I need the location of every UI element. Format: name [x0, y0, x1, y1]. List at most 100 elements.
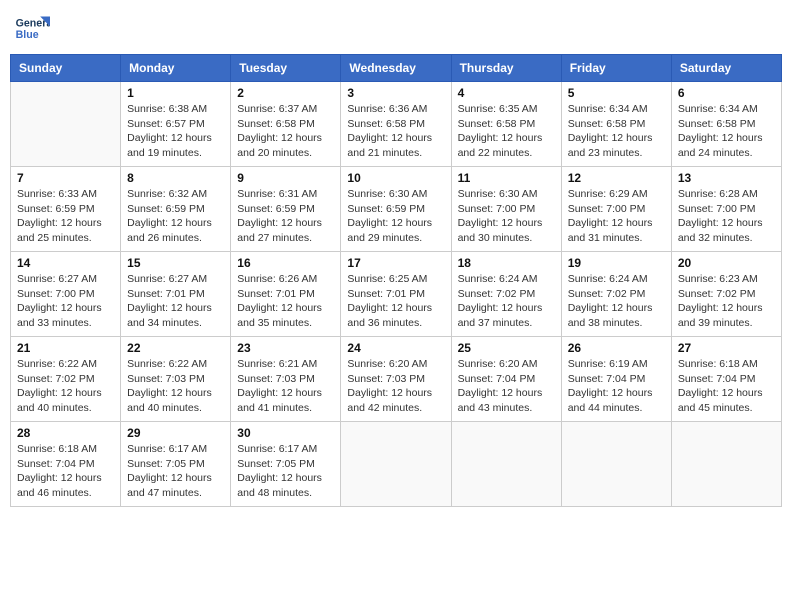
calendar-cell: 29Sunrise: 6:17 AM Sunset: 7:05 PM Dayli… — [121, 422, 231, 507]
day-info: Sunrise: 6:34 AM Sunset: 6:58 PM Dayligh… — [568, 102, 665, 161]
day-info: Sunrise: 6:24 AM Sunset: 7:02 PM Dayligh… — [458, 272, 555, 331]
day-number: 23 — [237, 341, 334, 355]
day-info: Sunrise: 6:32 AM Sunset: 6:59 PM Dayligh… — [127, 187, 224, 246]
calendar-cell: 2 Sunrise: 6:37 AM Sunset: 6:58 PM Daylig… — [231, 82, 341, 167]
day-info: Sunrise: 6:21 AM Sunset: 7:03 PM Dayligh… — [237, 357, 334, 416]
calendar-cell: 7 Sunrise: 6:33 AM Sunset: 6:59 PM Daylig… — [11, 167, 121, 252]
logo-icon: General Blue — [14, 10, 50, 46]
calendar-cell: 3 Sunrise: 6:36 AM Sunset: 6:58 PM Daylig… — [341, 82, 451, 167]
day-info: Sunrise: 6:22 AM Sunset: 7:02 PM Dayligh… — [17, 357, 114, 416]
day-info: Sunrise: 6:27 AM Sunset: 7:01 PM Dayligh… — [127, 272, 224, 331]
weekday-header-friday: Friday — [561, 55, 671, 82]
day-info: Sunrise: 6:17 AM Sunset: 7:05 PM Dayligh… — [237, 442, 334, 501]
day-number: 18 — [458, 256, 555, 270]
page-header: General Blue — [10, 10, 782, 46]
calendar-cell: 1 Sunrise: 6:38 AM Sunset: 6:57 PM Daylig… — [121, 82, 231, 167]
calendar-cell: 21 Sunrise: 6:22 AM Sunset: 7:02 PM Dayli… — [11, 337, 121, 422]
day-number: 13 — [678, 171, 775, 185]
calendar-cell — [561, 422, 671, 507]
day-info: Sunrise: 6:31 AM Sunset: 6:59 PM Dayligh… — [237, 187, 334, 246]
day-number: 3 — [347, 86, 444, 100]
calendar-cell: 6Sunrise: 6:34 AM Sunset: 6:58 PM Daylig… — [671, 82, 781, 167]
calendar-cell: 12 Sunrise: 6:29 AM Sunset: 7:00 PM Dayli… — [561, 167, 671, 252]
day-number: 19 — [568, 256, 665, 270]
day-number: 12 — [568, 171, 665, 185]
day-number: 16 — [237, 256, 334, 270]
calendar-cell: 8 Sunrise: 6:32 AM Sunset: 6:59 PM Daylig… — [121, 167, 231, 252]
day-info: Sunrise: 6:20 AM Sunset: 7:04 PM Dayligh… — [458, 357, 555, 416]
calendar-cell: 9 Sunrise: 6:31 AM Sunset: 6:59 PM Daylig… — [231, 167, 341, 252]
day-info: Sunrise: 6:33 AM Sunset: 6:59 PM Dayligh… — [17, 187, 114, 246]
day-info: Sunrise: 6:30 AM Sunset: 7:00 PM Dayligh… — [458, 187, 555, 246]
day-number: 22 — [127, 341, 224, 355]
weekday-header-thursday: Thursday — [451, 55, 561, 82]
calendar-cell: 15 Sunrise: 6:27 AM Sunset: 7:01 PM Dayli… — [121, 252, 231, 337]
day-number: 28 — [17, 426, 114, 440]
day-number: 15 — [127, 256, 224, 270]
day-info: Sunrise: 6:36 AM Sunset: 6:58 PM Dayligh… — [347, 102, 444, 161]
weekday-header-tuesday: Tuesday — [231, 55, 341, 82]
day-number: 25 — [458, 341, 555, 355]
day-number: 4 — [458, 86, 555, 100]
day-number: 30 — [237, 426, 334, 440]
day-number: 6 — [678, 86, 775, 100]
calendar-cell: 18 Sunrise: 6:24 AM Sunset: 7:02 PM Dayli… — [451, 252, 561, 337]
calendar-cell: 20 Sunrise: 6:23 AM Sunset: 7:02 PM Dayli… — [671, 252, 781, 337]
day-info: Sunrise: 6:27 AM Sunset: 7:00 PM Dayligh… — [17, 272, 114, 331]
day-number: 20 — [678, 256, 775, 270]
day-number: 8 — [127, 171, 224, 185]
day-info: Sunrise: 6:24 AM Sunset: 7:02 PM Dayligh… — [568, 272, 665, 331]
day-number: 24 — [347, 341, 444, 355]
calendar-week-row: 1 Sunrise: 6:38 AM Sunset: 6:57 PM Daylig… — [11, 82, 782, 167]
day-info: Sunrise: 6:18 AM Sunset: 7:04 PM Dayligh… — [17, 442, 114, 501]
day-info: Sunrise: 6:30 AM Sunset: 6:59 PM Dayligh… — [347, 187, 444, 246]
day-info: Sunrise: 6:37 AM Sunset: 6:58 PM Dayligh… — [237, 102, 334, 161]
calendar-cell: 27 Sunrise: 6:18 AM Sunset: 7:04 PM Dayli… — [671, 337, 781, 422]
day-info: Sunrise: 6:18 AM Sunset: 7:04 PM Dayligh… — [678, 357, 775, 416]
calendar-table: SundayMondayTuesdayWednesdayThursdayFrid… — [10, 54, 782, 507]
calendar-cell: 23 Sunrise: 6:21 AM Sunset: 7:03 PM Dayli… — [231, 337, 341, 422]
calendar-cell: 30 Sunrise: 6:17 AM Sunset: 7:05 PM Dayli… — [231, 422, 341, 507]
day-number: 5 — [568, 86, 665, 100]
calendar-cell — [341, 422, 451, 507]
calendar-cell: 22 Sunrise: 6:22 AM Sunset: 7:03 PM Dayli… — [121, 337, 231, 422]
calendar-cell — [11, 82, 121, 167]
calendar-cell — [451, 422, 561, 507]
day-info: Sunrise: 6:20 AM Sunset: 7:03 PM Dayligh… — [347, 357, 444, 416]
weekday-header-row: SundayMondayTuesdayWednesdayThursdayFrid… — [11, 55, 782, 82]
svg-text:Blue: Blue — [16, 29, 39, 41]
day-number: 17 — [347, 256, 444, 270]
day-number: 10 — [347, 171, 444, 185]
day-number: 7 — [17, 171, 114, 185]
weekday-header-monday: Monday — [121, 55, 231, 82]
calendar-cell: 19 Sunrise: 6:24 AM Sunset: 7:02 PM Dayli… — [561, 252, 671, 337]
calendar-week-row: 21 Sunrise: 6:22 AM Sunset: 7:02 PM Dayli… — [11, 337, 782, 422]
day-number: 1 — [127, 86, 224, 100]
day-info: Sunrise: 6:22 AM Sunset: 7:03 PM Dayligh… — [127, 357, 224, 416]
calendar-cell: 16 Sunrise: 6:26 AM Sunset: 7:01 PM Dayli… — [231, 252, 341, 337]
day-info: Sunrise: 6:35 AM Sunset: 6:58 PM Dayligh… — [458, 102, 555, 161]
weekday-header-sunday: Sunday — [11, 55, 121, 82]
day-number: 26 — [568, 341, 665, 355]
day-number: 27 — [678, 341, 775, 355]
calendar-cell: 26 Sunrise: 6:19 AM Sunset: 7:04 PM Dayli… — [561, 337, 671, 422]
day-info: Sunrise: 6:19 AM Sunset: 7:04 PM Dayligh… — [568, 357, 665, 416]
day-number: 9 — [237, 171, 334, 185]
day-info: Sunrise: 6:38 AM Sunset: 6:57 PM Dayligh… — [127, 102, 224, 161]
day-number: 29 — [127, 426, 224, 440]
calendar-cell: 11Sunrise: 6:30 AM Sunset: 7:00 PM Dayli… — [451, 167, 561, 252]
calendar-cell: 5 Sunrise: 6:34 AM Sunset: 6:58 PM Daylig… — [561, 82, 671, 167]
day-number: 14 — [17, 256, 114, 270]
day-number: 2 — [237, 86, 334, 100]
day-info: Sunrise: 6:28 AM Sunset: 7:00 PM Dayligh… — [678, 187, 775, 246]
calendar-cell: 17Sunrise: 6:25 AM Sunset: 7:01 PM Dayli… — [341, 252, 451, 337]
calendar-week-row: 28 Sunrise: 6:18 AM Sunset: 7:04 PM Dayli… — [11, 422, 782, 507]
calendar-cell: 24 Sunrise: 6:20 AM Sunset: 7:03 PM Dayli… — [341, 337, 451, 422]
weekday-header-saturday: Saturday — [671, 55, 781, 82]
day-info: Sunrise: 6:26 AM Sunset: 7:01 PM Dayligh… — [237, 272, 334, 331]
calendar-week-row: 7 Sunrise: 6:33 AM Sunset: 6:59 PM Daylig… — [11, 167, 782, 252]
day-info: Sunrise: 6:29 AM Sunset: 7:00 PM Dayligh… — [568, 187, 665, 246]
day-info: Sunrise: 6:23 AM Sunset: 7:02 PM Dayligh… — [678, 272, 775, 331]
day-number: 21 — [17, 341, 114, 355]
calendar-cell: 28 Sunrise: 6:18 AM Sunset: 7:04 PM Dayli… — [11, 422, 121, 507]
